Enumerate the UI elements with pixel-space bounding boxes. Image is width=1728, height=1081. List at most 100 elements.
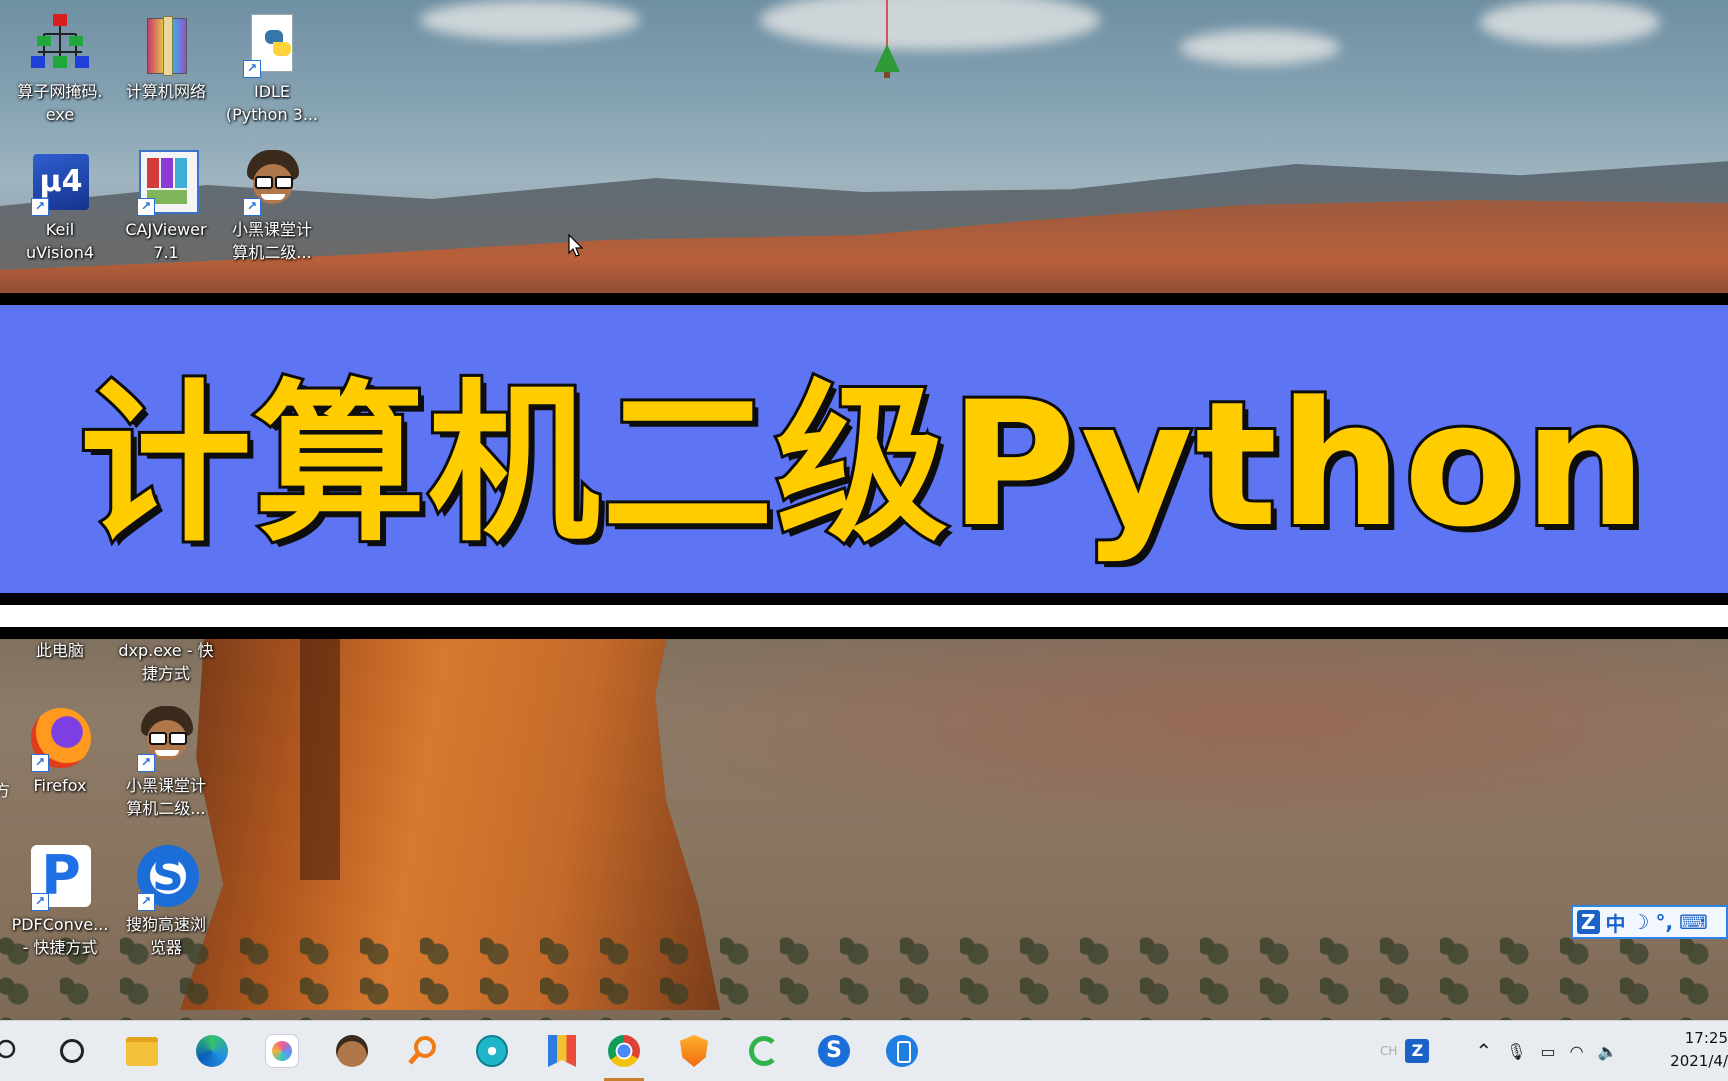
- taskbar-edge[interactable]: [190, 1030, 234, 1072]
- desktop-icon-label: uVision4: [25, 243, 95, 262]
- desktop-icon-label: 捷方式: [141, 664, 190, 683]
- desktop-icon-label: 计算机网络: [125, 82, 206, 101]
- taskbar: S CH Z ⌃ 🎙 ▭ ◠ 🔈 17:25 2021/4/: [0, 1020, 1728, 1081]
- folder-icon: [126, 1036, 158, 1066]
- taskbar-360-app[interactable]: [742, 1030, 786, 1072]
- desktop-icon-firefox[interactable]: ↗ Firefox: [8, 706, 112, 797]
- phone-app-icon: [886, 1035, 918, 1067]
- desktop-icon-label: Keil: [45, 220, 75, 239]
- film-reel-icon: [476, 1035, 508, 1067]
- taskbar-sogou-browser[interactable]: S: [812, 1030, 856, 1072]
- magnifier-orange-icon: [408, 1036, 436, 1065]
- banner-white-stripe: [0, 605, 1728, 627]
- desktop-icon-this-pc[interactable]: 此电脑: [8, 639, 112, 662]
- desktop-icon-xiaohei-course-2[interactable]: ↗ 小黑课堂计 算机二级...: [114, 706, 218, 820]
- avatar-glasses-icon: [336, 1035, 368, 1067]
- desktop-icon-cajviewer[interactable]: ↗ CAJViewer 7.1: [114, 150, 218, 264]
- wallpaper-red-hills: [560, 640, 1728, 840]
- python-idle-icon: ↗: [239, 12, 305, 78]
- taskbar-clock[interactable]: 17:25 2021/4/: [1628, 1027, 1728, 1073]
- system-tray: CH Z ⌃ 🎙 ▭ ◠ 🔈: [1380, 1021, 1618, 1081]
- battery-icon[interactable]: ▭: [1540, 1042, 1555, 1061]
- cajviewer-icon: ↗: [133, 150, 199, 216]
- colored-bookmark-icon: [548, 1035, 576, 1067]
- desktop-icon-label: - 快捷方式: [22, 938, 98, 957]
- wallpaper-rock-shadow: [300, 600, 340, 880]
- tray-ime-icon[interactable]: Z: [1405, 1039, 1430, 1063]
- keil-uvision-icon: µ4 ↗: [27, 150, 93, 216]
- mouse-cursor-icon: [568, 234, 584, 257]
- desktop-icon-dxp[interactable]: dxp.exe - 快 捷方式: [114, 639, 218, 685]
- cloud: [1180, 30, 1340, 65]
- desktop-icon-sogou-browser[interactable]: S ↗ 搜狗高速浏 览器: [114, 845, 218, 959]
- desktop-icon-xiaohei-course[interactable]: ↗ 小黑课堂计 算机二级...: [220, 150, 324, 264]
- clock-date: 2021/4/: [1670, 1052, 1728, 1070]
- desktop-icon-pdf-converter[interactable]: P ↗ PDFConve... - 快捷方式: [8, 845, 112, 959]
- desktop-icon-label: 小黑课堂计: [231, 220, 312, 239]
- shortcut-arrow-icon: ↗: [31, 754, 49, 772]
- tree-trunk: [884, 72, 890, 78]
- banner-border-bottom-2: [0, 627, 1728, 639]
- taskbar-cortana-button[interactable]: [50, 1030, 94, 1072]
- microphone-icon[interactable]: 🎙: [1506, 1042, 1526, 1061]
- taskbar-bookmark-app[interactable]: [540, 1030, 584, 1072]
- network-tree-icon: [27, 12, 93, 78]
- title-banner: 计算机二级Python: [0, 305, 1728, 593]
- cloud: [1480, 0, 1660, 45]
- desktop-icon-label: 小黑课堂计: [125, 776, 206, 795]
- shield-flame-icon: [680, 1035, 708, 1067]
- shortcut-arrow-icon: ↗: [31, 893, 49, 911]
- sogou-browser-icon: S ↗: [133, 845, 199, 911]
- taskbar-search-button[interactable]: [0, 1030, 26, 1072]
- search-icon: [0, 1039, 16, 1059]
- taskbar-photos-app[interactable]: [260, 1030, 304, 1072]
- avatar-glasses-icon: ↗: [133, 706, 199, 772]
- volume-icon[interactable]: 🔈: [1598, 1042, 1618, 1061]
- desktop-icon-label: IDLE: [253, 82, 291, 101]
- ime-toolbar[interactable]: Z 中 ☽ °, ⌨: [1571, 905, 1728, 939]
- flower-app-icon: [265, 1034, 299, 1068]
- desktop-icon-label: 算子网掩码.: [17, 82, 103, 101]
- wifi-icon[interactable]: ◠: [1570, 1042, 1584, 1061]
- taskbar-video-player[interactable]: [470, 1030, 514, 1072]
- ime-moon-icon[interactable]: ☽: [1632, 910, 1650, 934]
- tray-language-indicator[interactable]: CH: [1380, 1044, 1397, 1058]
- taskbar-security-app[interactable]: [672, 1030, 716, 1072]
- wallpaper-shrubs: [0, 930, 1728, 1020]
- banner-border-top: [0, 293, 1728, 305]
- avatar-glasses-icon: ↗: [239, 150, 305, 216]
- taskbar-file-explorer[interactable]: [120, 1030, 164, 1072]
- shortcut-arrow-icon: ↗: [137, 754, 155, 772]
- tree-ornament: [886, 0, 888, 46]
- banner-title: 计算机二级Python: [77, 361, 1650, 568]
- taskbar-phone-app[interactable]: [880, 1030, 924, 1072]
- banner-border-bottom: [0, 593, 1728, 605]
- christmas-tree-icon: [874, 44, 900, 72]
- shortcut-arrow-icon: ↗: [31, 198, 49, 216]
- desktop-icon-label: 7.1: [153, 243, 179, 262]
- chrome-browser-icon: [608, 1035, 640, 1067]
- taskbar-search-tool[interactable]: [400, 1030, 444, 1072]
- shortcut-arrow-icon: ↗: [137, 198, 155, 216]
- desktop-icon-keil[interactable]: µ4 ↗ Keil uVision4: [8, 150, 112, 264]
- desktop-icon-label: 搜狗高速浏: [125, 915, 206, 934]
- desktop-icon-subnet-calculator[interactable]: 算子网掩码. exe: [8, 12, 112, 126]
- taskbar-chrome[interactable]: [602, 1030, 646, 1081]
- desktop-icon-idle-python[interactable]: ↗ IDLE (Python 3...: [220, 12, 324, 126]
- sogou-browser-icon: S: [818, 1035, 850, 1067]
- desktop-icon-label: CAJViewer: [125, 220, 207, 239]
- taskbar-xiaohei-app[interactable]: [330, 1030, 374, 1072]
- ime-logo-icon[interactable]: Z: [1577, 910, 1600, 934]
- ime-punctuation-icon[interactable]: °,: [1655, 910, 1673, 934]
- chevron-up-icon[interactable]: ⌃: [1475, 1039, 1492, 1063]
- ime-mode-toggle[interactable]: 中: [1606, 908, 1626, 937]
- desktop-icon-label: exe: [45, 105, 75, 124]
- desktop-icon-label: 算机二级...: [126, 799, 206, 818]
- desktop-icon-label: PDFConve...: [11, 915, 109, 934]
- ime-keyboard-icon[interactable]: ⌨: [1679, 910, 1708, 934]
- pdf-converter-icon: P ↗: [27, 845, 93, 911]
- desktop-icon-computer-network[interactable]: 计算机网络: [114, 12, 218, 103]
- clock-time: 17:25: [1684, 1029, 1728, 1047]
- firefox-icon: ↗: [27, 706, 93, 772]
- winrar-archive-icon: [133, 12, 199, 78]
